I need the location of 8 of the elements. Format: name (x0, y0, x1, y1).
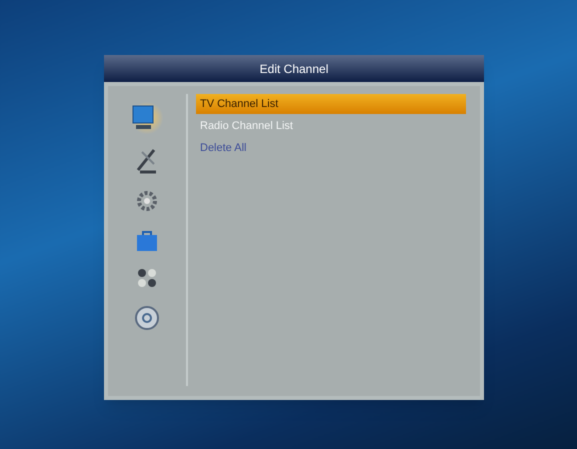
dots-icon (135, 266, 159, 290)
disc-icon (134, 304, 160, 332)
sidebar-item[interactable] (130, 102, 164, 134)
bag-icon (135, 228, 159, 252)
menu-item[interactable]: Delete All (196, 138, 466, 158)
menu-item[interactable]: TV Channel List (196, 94, 466, 114)
gear-icon (134, 188, 160, 214)
window-title: Edit Channel (104, 55, 484, 82)
